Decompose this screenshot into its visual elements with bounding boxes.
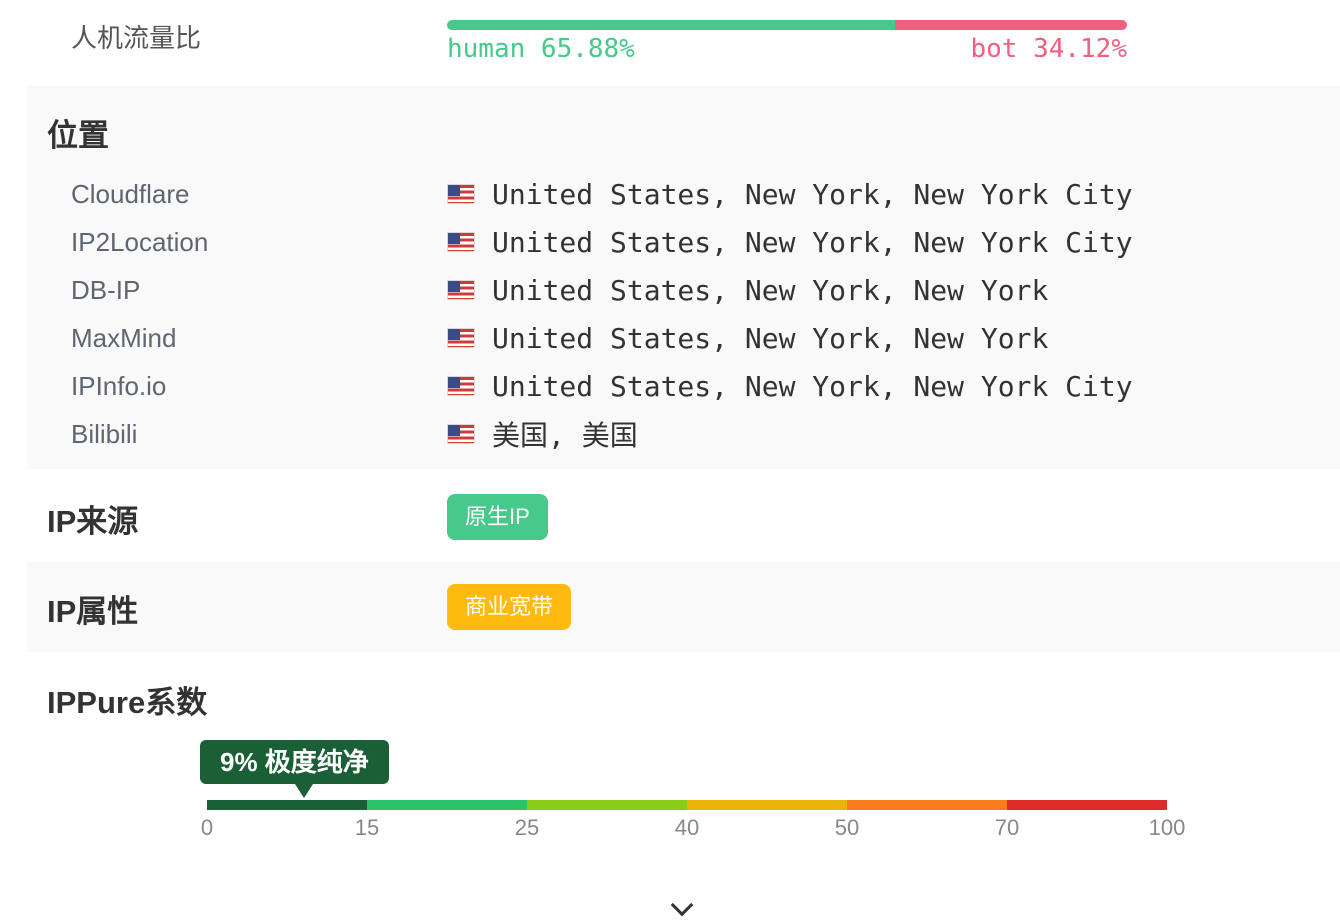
location-source: IPInfo.io xyxy=(71,370,167,401)
location-value: United States, New York, New York xyxy=(492,273,1049,307)
scale-segment xyxy=(367,800,527,810)
us-flag-icon xyxy=(447,376,475,396)
location-source: IP2Location xyxy=(71,226,209,257)
scale-segment xyxy=(207,800,367,810)
scale-tick-label: 0 xyxy=(200,815,214,840)
ippure-scale-bar xyxy=(207,800,1167,810)
location-title: 位置 xyxy=(47,118,109,153)
location-row: IP2Location United States, New York, New… xyxy=(71,218,1271,266)
scale-tick-label: 50 xyxy=(834,815,860,840)
bot-segment xyxy=(894,20,1127,30)
scale-tick-label: 25 xyxy=(514,815,540,840)
traffic-ratio-bar xyxy=(447,20,1127,30)
us-flag-icon xyxy=(447,424,475,444)
scale-tick-label: 100 xyxy=(1148,815,1186,840)
scale-tick-label: 70 xyxy=(994,815,1020,840)
us-flag-icon xyxy=(447,280,475,300)
chevron-down-icon[interactable] xyxy=(670,893,694,917)
ippure-score-pointer xyxy=(295,784,313,798)
us-flag-icon xyxy=(447,184,475,204)
location-value: United States, New York, New York City xyxy=(492,369,1133,403)
location-source: Cloudflare xyxy=(71,178,190,209)
location-value: United States, New York, New York City xyxy=(492,225,1133,259)
ippure-title: IPPure系数 xyxy=(47,685,208,720)
location-row: MaxMind United States, New York, New Yor… xyxy=(71,314,1271,362)
ippure-score-tag: 9% 极度纯净 xyxy=(200,740,389,784)
ip-source-title: IP来源 xyxy=(47,504,139,539)
location-list: Cloudflare United States, New York, New … xyxy=(71,170,1271,458)
location-row: Bilibili 美国, 美国 xyxy=(71,410,1271,458)
ip-type-title: IP属性 xyxy=(47,594,139,629)
ip-source-badge: 原生IP xyxy=(447,494,548,540)
ip-type-badge: 商业宽带 xyxy=(447,584,572,630)
bot-percent: bot 34.12% xyxy=(970,34,1127,64)
human-percent: human 65.88% xyxy=(447,34,635,64)
scale-segment xyxy=(687,800,847,810)
scale-tick-label: 40 xyxy=(674,815,700,840)
location-value: 美国, 美国 xyxy=(492,419,638,452)
us-flag-icon xyxy=(447,232,475,252)
scale-segment xyxy=(847,800,1007,810)
location-row: Cloudflare United States, New York, New … xyxy=(71,170,1271,218)
traffic-ratio-label: 人机流量比 xyxy=(71,23,202,53)
location-source: Bilibili xyxy=(71,418,138,449)
location-value: United States, New York, New York xyxy=(492,321,1049,355)
scale-segment xyxy=(527,800,687,810)
location-value: United States, New York, New York City xyxy=(492,177,1133,211)
human-segment xyxy=(447,20,895,30)
scale-tick-label: 15 xyxy=(354,815,380,840)
location-source: DB-IP xyxy=(71,274,141,305)
scale-segment xyxy=(1007,800,1167,810)
location-source: MaxMind xyxy=(71,322,177,353)
ip-type-section xyxy=(27,562,1340,652)
location-row: DB-IP United States, New York, New York xyxy=(71,266,1271,314)
us-flag-icon xyxy=(447,328,475,348)
location-row: IPInfo.io United States, New York, New Y… xyxy=(71,362,1271,410)
